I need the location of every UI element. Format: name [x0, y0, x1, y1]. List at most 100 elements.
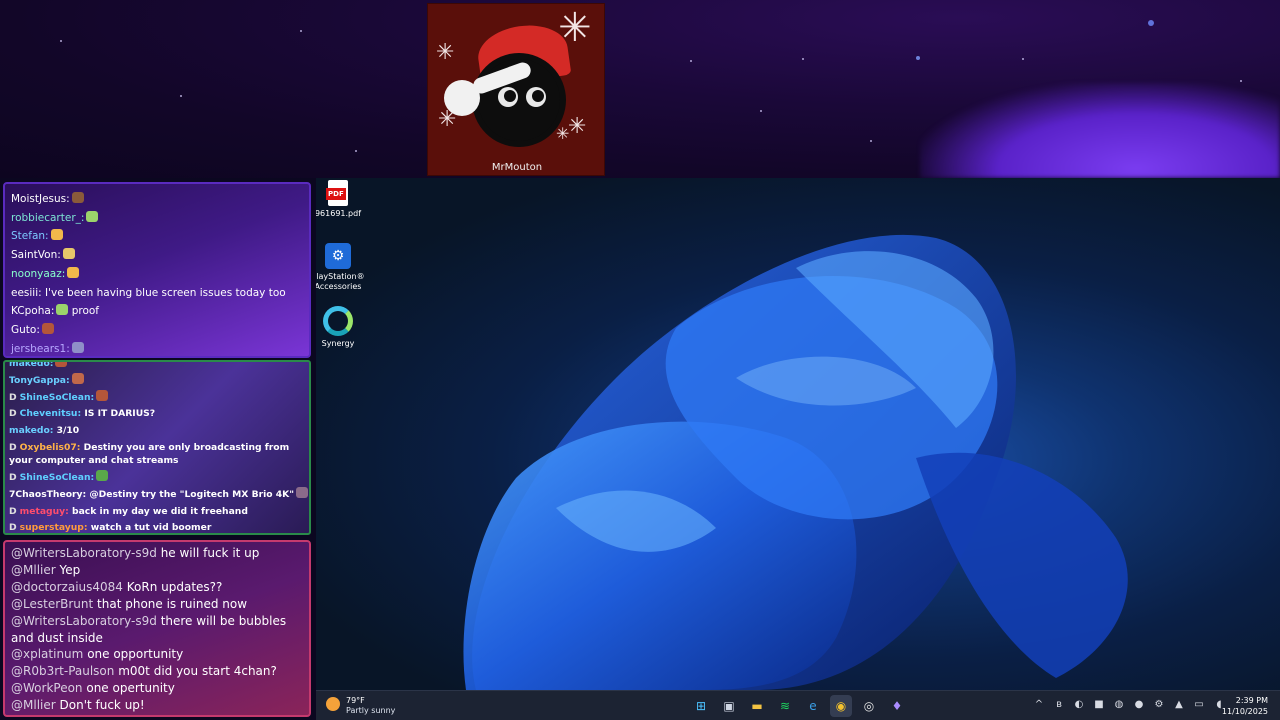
- chat-text: one opertunity: [86, 681, 175, 696]
- chat-panel-middle: makedo: TonyGappa: D ShineSoClean: D Chevenit…: [3, 360, 311, 535]
- chat-message: robbiecarter_:: [11, 209, 303, 228]
- chat-username[interactable]: @WritersLaboratory-s9d: [11, 614, 157, 628]
- chat-text: back in my day we did it freehand: [72, 505, 248, 517]
- file-explorer-icon[interactable]: ▬: [746, 695, 768, 717]
- settings-tray-icon[interactable]: ⚙: [1152, 698, 1166, 712]
- desktop-icon-label: Synergy: [321, 339, 355, 348]
- network-icon[interactable]: ▭: [1192, 698, 1206, 712]
- chat-username[interactable]: eesiii:: [11, 287, 42, 299]
- chat-username[interactable]: ShineSoClean:: [20, 472, 95, 483]
- obs-icon[interactable]: ◎: [858, 695, 880, 717]
- chat-username[interactable]: 7ChaosTheory:: [9, 489, 86, 500]
- chat-username[interactable]: Guto:: [11, 324, 40, 336]
- chat-text: m00t did you start 4chan?: [118, 664, 277, 679]
- chat-text: proof: [71, 305, 99, 318]
- chat-emote-icon: [96, 469, 109, 481]
- chat-username[interactable]: @R0b3rt-Paulson: [11, 664, 114, 678]
- chat-username[interactable]: robbiecarter_:: [11, 212, 84, 224]
- desktop-icon-pdf[interactable]: PDF 961691.pdf: [316, 180, 366, 219]
- chat-username[interactable]: TonyGappa:: [9, 375, 70, 386]
- chat-emote-icon: [62, 248, 75, 260]
- chat-username[interactable]: @WritersLaboratory-s9d: [11, 546, 157, 560]
- chat-username[interactable]: Stefan:: [11, 230, 49, 242]
- task-view-icon[interactable]: ▣: [718, 695, 740, 717]
- chat-message: @WritersLaboratory-s9d there will be bub…: [11, 613, 303, 647]
- chat-username[interactable]: @Mllier: [11, 563, 56, 577]
- desktop-icon-label: 961691.pdf: [316, 209, 362, 218]
- blue-tray-icon[interactable]: ●: [1132, 698, 1146, 712]
- chat-badge: D: [9, 391, 17, 403]
- chat-text: 3/10: [56, 425, 80, 437]
- chat-username[interactable]: MoistJesus:: [11, 193, 70, 205]
- chat-username[interactable]: @Mllier: [11, 698, 56, 712]
- chat-text: he will fuck it up: [160, 546, 260, 560]
- chat-username[interactable]: noonyaaz:: [11, 268, 65, 280]
- nvidia-icon[interactable]: ▲: [1172, 698, 1186, 712]
- chat-badge: D: [9, 408, 17, 420]
- spotify-icon[interactable]: ≋: [774, 695, 796, 717]
- synergy-icon: [323, 306, 353, 336]
- chat-emote-icon: [67, 266, 80, 278]
- chat-username[interactable]: SaintVon:: [11, 249, 61, 261]
- chat-message: @LesterBrunt that phone is ruined now: [11, 596, 303, 613]
- chat-text: Yep: [59, 562, 81, 577]
- chat-badge: D: [9, 505, 17, 517]
- chat-emote-icon: [55, 362, 68, 367]
- desktop-icon-label: PlayStation® Accessories: [316, 272, 365, 291]
- chat-message: D ShineSoClean:: [9, 469, 305, 487]
- chat-text: that phone is ruined now: [97, 596, 248, 611]
- desktop-icon-synergy[interactable]: Synergy: [316, 306, 366, 349]
- steam-icon[interactable]: ◍: [1112, 698, 1126, 712]
- chat-username[interactable]: makedo:: [9, 425, 53, 436]
- chat-username[interactable]: Chevenitsu:: [20, 408, 82, 419]
- chat-username[interactable]: makedo:: [9, 362, 53, 369]
- chat-text: Don't fuck up!: [59, 698, 145, 713]
- bluetooth-icon[interactable]: ʙ: [1052, 698, 1066, 712]
- weather-sun-icon: [326, 697, 340, 711]
- chat-message: @Mllier Don't fuck up!: [11, 697, 303, 714]
- streamer-name: MrMouton: [491, 162, 543, 173]
- windows-start-icon[interactable]: ⊞: [690, 695, 712, 717]
- taskbar: 79°F Partly sunny ⊞ ▣ ▬ ≋ e ◉ ◎ ♦ ^ ʙ ◐ ■ ◍ ● ⚙ ▲ ▭ ◖ 2:…: [316, 690, 1280, 720]
- green-tray-icon[interactable]: ◐: [1072, 698, 1086, 712]
- chat-username[interactable]: KCpoha:: [11, 305, 54, 317]
- desktop-icon-playstation[interactable]: ⚙ PlayStation® Accessories: [316, 243, 366, 292]
- playstation-icon: ⚙: [325, 243, 351, 269]
- chat-emote-icon: [71, 192, 84, 203]
- chat-panel-top: MoistJesus: robbiecarter_: Stefan: SaintVon…: [3, 182, 311, 358]
- chat-username[interactable]: @LesterBrunt: [11, 597, 93, 611]
- chat-username[interactable]: jersbears1:: [11, 343, 70, 355]
- chat-message: Guto:: [11, 321, 303, 340]
- chat-text: IS IT DARIUS?: [84, 408, 156, 420]
- chat-emote-icon: [56, 304, 69, 316]
- chrome-icon[interactable]: ◉: [830, 695, 852, 717]
- chat-username[interactable]: @doctorzaius4084: [11, 580, 123, 594]
- desktop[interactable]: PDF 961691.pdf ⚙ PlayStation® Accessorie…: [316, 178, 1280, 690]
- chat-badge: D: [9, 522, 17, 534]
- weather-temperature: 79°F: [346, 696, 365, 705]
- purple-app-icon[interactable]: ♦: [886, 695, 908, 717]
- chat-username[interactable]: metaguy:: [20, 506, 69, 517]
- chat-username[interactable]: ShineSoClean:: [20, 392, 95, 403]
- clock[interactable]: 2:39 PM 11/10/2025: [1222, 695, 1268, 717]
- chat-message: @WritersLaboratory-s9d he will fuck it u…: [11, 545, 303, 562]
- chat-username[interactable]: superstayup:: [20, 522, 88, 533]
- pdf-file-icon: PDF: [326, 180, 348, 206]
- chat-emote-icon: [50, 229, 63, 241]
- chat-emote-icon: [71, 372, 84, 384]
- edge-icon[interactable]: e: [802, 695, 824, 717]
- chevron-up-icon[interactable]: ^: [1032, 698, 1046, 712]
- chat-message: Dmetaguy: back in my day we did it freeh…: [9, 504, 305, 521]
- chat-message: @R0b3rt-Paulson m00t did you start 4chan…: [11, 663, 303, 680]
- chat-username[interactable]: Oxybelis07:: [20, 442, 81, 453]
- chat-message: D Chevenitsu: IS IT DARIUS?: [9, 406, 305, 423]
- system-tray: ^ ʙ ◐ ■ ◍ ● ⚙ ▲ ▭ ◖: [1032, 698, 1226, 712]
- chat-username[interactable]: @xplatinum: [11, 647, 83, 661]
- clock-time: 2:39 PM: [1235, 696, 1268, 705]
- purple-tray-icon[interactable]: ■: [1092, 698, 1106, 712]
- chat-badge: D: [9, 471, 17, 483]
- chat-username[interactable]: @WorkPeon: [11, 681, 83, 695]
- chat-message: makedo: 3/10: [9, 423, 305, 440]
- chat-emote-icon: [71, 341, 84, 353]
- chat-message: @WorkPeon one opertunity: [11, 680, 303, 697]
